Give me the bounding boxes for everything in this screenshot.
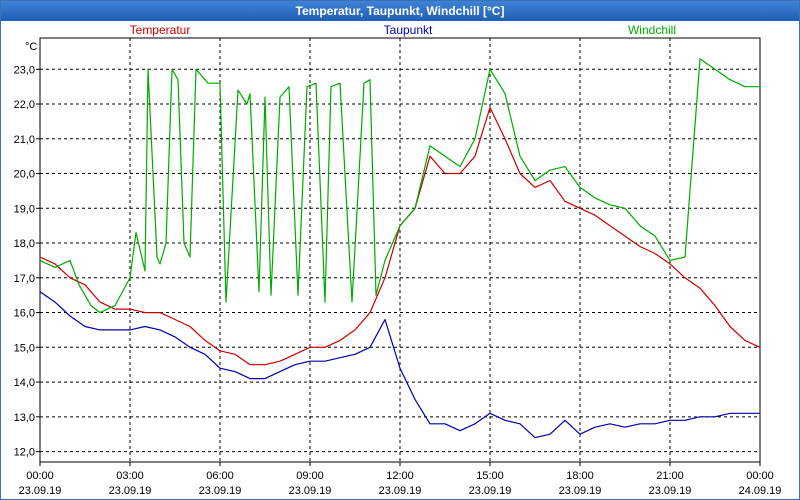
y-tick-label: 19,0 bbox=[14, 203, 35, 215]
y-tick-label: 13,0 bbox=[14, 412, 35, 424]
y-axis-ticks: 12,0 13,0 14,0 15,0 16,0 17,0 18,0 19,0 20,0 21,0… bbox=[14, 64, 40, 459]
y-tick-label: 22,0 bbox=[14, 99, 35, 111]
x-tick-date: 23.09.19 bbox=[649, 485, 692, 497]
x-tick-time: 03:00 bbox=[116, 470, 144, 482]
y-tick-label: 12,0 bbox=[14, 447, 35, 459]
x-tick-date: 24.09.19 bbox=[739, 485, 782, 497]
y-axis-unit-label: °C bbox=[25, 41, 37, 53]
x-tick-time: 18:00 bbox=[566, 470, 594, 482]
x-tick-time: 00:00 bbox=[746, 470, 774, 482]
chart-legend: Temperatur Taupunkt Windchill bbox=[130, 23, 676, 37]
x-tick-time: 21:00 bbox=[656, 470, 684, 482]
x-tick-date: 23.09.19 bbox=[199, 485, 242, 497]
y-tick-label: 16,0 bbox=[14, 308, 35, 320]
x-tick-date: 23.09.19 bbox=[469, 485, 512, 497]
legend-taupunkt: Taupunkt bbox=[384, 23, 433, 37]
y-tick-label: 18,0 bbox=[14, 238, 35, 250]
x-tick-date: 23.09.19 bbox=[109, 485, 152, 497]
x-tick-time: 09:00 bbox=[296, 470, 324, 482]
x-tick-date: 23.09.19 bbox=[19, 485, 62, 497]
y-tick-label: 17,0 bbox=[14, 273, 35, 285]
x-tick-time: 00:00 bbox=[26, 470, 54, 482]
y-tick-label: 15,0 bbox=[14, 342, 35, 354]
x-axis-ticks: 00:00 23.09.19 03:00 23.09.19 06:00 23.09.19 0… bbox=[19, 462, 782, 497]
line-chart: 12,0 13,0 14,0 15,0 16,0 17,0 18,0 19,0 20,0 21,0… bbox=[14, 23, 782, 497]
y-tick-label: 20,0 bbox=[14, 169, 35, 181]
x-tick-date: 23.09.19 bbox=[289, 485, 332, 497]
x-tick-date: 23.09.19 bbox=[379, 485, 422, 497]
x-tick-time: 15:00 bbox=[476, 470, 504, 482]
legend-temperatur: Temperatur bbox=[130, 23, 191, 37]
y-tick-label: 21,0 bbox=[14, 134, 35, 146]
x-tick-time: 06:00 bbox=[206, 470, 234, 482]
x-tick-date: 23.09.19 bbox=[559, 485, 602, 497]
y-tick-label: 23,0 bbox=[14, 64, 35, 76]
legend-windchill: Windchill bbox=[628, 23, 676, 37]
x-tick-time: 12:00 bbox=[386, 470, 414, 482]
y-tick-label: 14,0 bbox=[14, 377, 35, 389]
